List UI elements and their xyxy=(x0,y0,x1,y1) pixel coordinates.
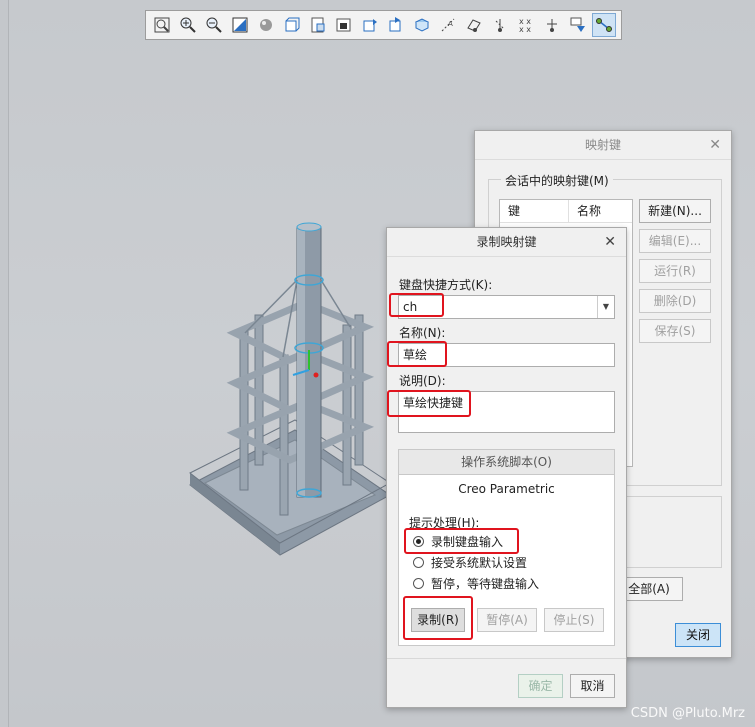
shortcut-value: ch xyxy=(403,300,418,314)
edit-mapkey-button[interactable]: 编辑(E)... xyxy=(639,229,711,253)
divider xyxy=(387,658,626,659)
view-cube-icon[interactable] xyxy=(280,13,304,37)
record-keyboard-radio[interactable] xyxy=(413,536,424,547)
record-keyboard-label: 录制键盘输入 xyxy=(431,535,504,549)
name-field[interactable]: 草绘 xyxy=(398,343,615,367)
watermark: CSDN @Pluto.Mrz xyxy=(630,706,745,721)
cancel-button[interactable]: 取消 xyxy=(570,674,615,698)
save-mapkey-button[interactable]: 保存(S) xyxy=(639,319,711,343)
axis-display-icon[interactable]: A xyxy=(436,13,460,37)
shortcut-label: 键盘快捷方式(K): xyxy=(399,278,493,292)
zoom-fit-icon[interactable] xyxy=(150,13,174,37)
csys-display-icon[interactable] xyxy=(488,13,512,37)
annotation-display-icon[interactable]: x xx x xyxy=(514,13,538,37)
description-field[interactable]: 草绘快捷键 xyxy=(398,391,615,433)
description-value: 草绘快捷键 xyxy=(403,396,464,410)
svg-text:A: A xyxy=(448,20,453,28)
point-display-icon[interactable] xyxy=(462,13,486,37)
refit-icon[interactable] xyxy=(228,13,252,37)
record-button[interactable]: 录制(R) xyxy=(411,608,465,632)
mapkeys-group-label: 会话中的映射键(M) xyxy=(501,172,613,189)
name-label: 名称(N): xyxy=(399,326,446,340)
script-panel: 操作系统脚本(O) Creo Parametric 提示处理(H): 录制键盘输… xyxy=(398,449,615,646)
graphics-toolbar: A x xx x xyxy=(145,10,622,40)
delete-mapkey-button[interactable]: 删除(D) xyxy=(639,289,711,313)
svg-text:x x: x x xyxy=(519,25,531,34)
zoom-out-icon[interactable] xyxy=(202,13,226,37)
accept-defaults-label: 接受系统默认设置 xyxy=(431,556,528,570)
close-icon[interactable]: ✕ xyxy=(709,131,721,159)
mapkeys-dialog-title: 映射键 ✕ xyxy=(475,131,731,160)
pause-keyboard-radio[interactable] xyxy=(413,578,424,589)
close-button[interactable]: 关闭 xyxy=(675,623,721,647)
description-label: 说明(D): xyxy=(399,374,446,388)
layer-icon[interactable] xyxy=(566,13,590,37)
stop-button[interactable]: 停止(S) xyxy=(544,608,604,632)
prompt-handling-label: 提示处理(H): xyxy=(409,516,480,530)
new-mapkey-button[interactable]: 新建(N)... xyxy=(639,199,711,223)
3d-model[interactable] xyxy=(185,215,395,560)
pause-button[interactable]: 暂停(A) xyxy=(477,608,537,632)
display-style-icon[interactable] xyxy=(332,13,356,37)
zoom-in-icon[interactable] xyxy=(176,13,200,37)
record-mapkey-dialog-title: 录制映射键 ✕ xyxy=(387,228,626,257)
tab-os-script[interactable]: 操作系统脚本(O) xyxy=(399,450,614,475)
datum-display-icon[interactable] xyxy=(384,13,408,37)
shortcut-field[interactable]: ch ▼ xyxy=(398,295,615,319)
column-header-key[interactable]: 键 xyxy=(500,200,569,222)
plane-display-icon[interactable] xyxy=(410,13,434,37)
pause-keyboard-label: 暂停，等待键盘输入 xyxy=(431,577,540,591)
mapkey-icon[interactable] xyxy=(592,13,616,37)
close-icon[interactable]: ✕ xyxy=(604,228,616,256)
ok-button[interactable]: 确定 xyxy=(518,674,563,698)
left-panel-edge xyxy=(0,0,9,727)
saved-views-icon[interactable] xyxy=(306,13,330,37)
run-mapkey-button[interactable]: 运行(R) xyxy=(639,259,711,283)
shading-icon[interactable] xyxy=(254,13,278,37)
appearance-icon[interactable] xyxy=(358,13,382,37)
tab-creo-parametric[interactable]: Creo Parametric xyxy=(399,475,614,503)
name-value: 草绘 xyxy=(403,348,428,362)
column-header-name[interactable]: 名称 xyxy=(569,200,601,222)
record-mapkey-dialog: 录制映射键 ✕ 键盘快捷方式(K): ch ▼ 名称(N): 草绘 说明(D):… xyxy=(386,227,627,708)
chevron-down-icon[interactable]: ▼ xyxy=(597,296,614,318)
accept-defaults-radio[interactable] xyxy=(413,557,424,568)
spin-center-icon[interactable] xyxy=(540,13,564,37)
graphics-window[interactable]: A x xx x 映射键 ✕ 会话中的映射键(M) 键 名称 新建(N)... … xyxy=(0,0,755,727)
